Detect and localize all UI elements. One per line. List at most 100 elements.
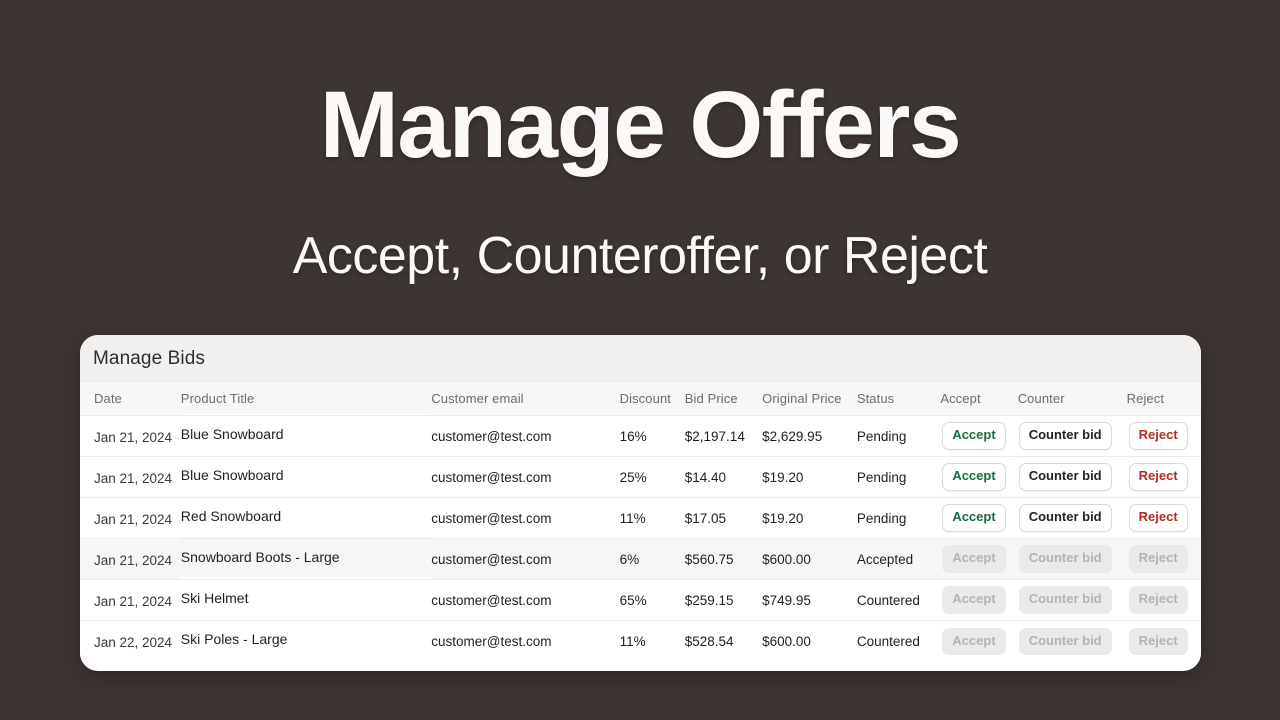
- cell-status: Pending: [856, 469, 907, 485]
- cell-date: Jan 21, 2024: [94, 593, 173, 609]
- accept-button-cell: Accept: [940, 539, 1017, 580]
- column-header-product-title: Product Title: [180, 391, 255, 406]
- cell-date: Jan 21, 2024: [94, 470, 173, 486]
- counter-bid-button-cell: Counter bid: [1018, 416, 1127, 457]
- cell-product-title: Blue Snowboard: [180, 426, 284, 442]
- column-header-status: Status: [856, 391, 895, 406]
- counter-bid-button-cell: Counter bid: [1018, 457, 1127, 498]
- counter-bid-button: Counter bid: [1018, 545, 1112, 573]
- cell-status: Accepted: [856, 551, 914, 567]
- accept-button-cell: Accept: [940, 457, 1017, 498]
- hero-section: Manage Offers Accept, Counteroffer, or R…: [0, 0, 1280, 285]
- table-body: Jan 21, 2024 Blue Snowboard customer@test.…: [80, 415, 1201, 662]
- cell-status: Pending: [856, 428, 907, 444]
- table-row: Jan 21, 2024 Snowboard Boots - Large custo…: [80, 538, 1201, 580]
- counter-bid-button[interactable]: Counter bid: [1018, 504, 1112, 532]
- reject-button-cell: Reject: [1127, 416, 1201, 457]
- table-header-row: Date Product Title Customer email Discou…: [80, 383, 1201, 416]
- counter-bid-button-cell: Counter bid: [1018, 621, 1127, 662]
- counter-bid-button: Counter bid: [1018, 627, 1112, 655]
- reject-button-cell: Reject: [1127, 621, 1201, 662]
- cell-date: Jan 21, 2024: [94, 511, 173, 527]
- reject-button-cell: Reject: [1127, 539, 1201, 580]
- table-header: Date Product Title Customer email Discou…: [80, 383, 1201, 416]
- counter-bid-button: Counter bid: [1018, 586, 1112, 614]
- reject-button-cell: Reject: [1127, 498, 1201, 539]
- cell-product-title: Ski Poles - Large: [180, 631, 288, 648]
- accept-button-cell: Accept: [940, 621, 1017, 662]
- cell-date: Jan 22, 2024: [94, 634, 173, 650]
- column-header-discount: Discount: [619, 391, 671, 406]
- cell-discount: 25%: [619, 469, 647, 485]
- counter-bid-button[interactable]: Counter bid: [1018, 463, 1112, 491]
- cell-status: Pending: [856, 510, 907, 526]
- cell-bid-price: $259.15: [684, 592, 734, 608]
- accept-button-cell: Accept: [940, 416, 1017, 457]
- column-header-accept: Accept: [940, 391, 981, 406]
- accept-button: Accept: [942, 586, 1006, 614]
- accept-button-cell: Accept: [940, 498, 1017, 539]
- cell-date: Jan 21, 2024: [94, 429, 173, 445]
- card-title: Manage Bids: [93, 348, 206, 369]
- accept-button: Accept: [942, 627, 1006, 655]
- cell-product-title: Red Snowboard: [180, 508, 282, 524]
- counter-bid-button-cell: Counter bid: [1018, 580, 1127, 621]
- accept-button[interactable]: Accept: [942, 463, 1006, 491]
- cell-original-price: $19.20: [762, 469, 804, 485]
- reject-button: Reject: [1128, 545, 1188, 573]
- cell-customer-email: customer@test.com: [431, 633, 552, 649]
- cell-bid-price: $17.05: [684, 510, 727, 526]
- cell-discount: 6%: [619, 551, 640, 567]
- cell-original-price: $600.00: [762, 633, 811, 649]
- bids-table: Date Product Title Customer email Discou…: [80, 383, 1201, 662]
- cell-customer-email: customer@test.com: [431, 510, 552, 526]
- reject-button: Reject: [1128, 627, 1188, 655]
- cell-date: Jan 21, 2024: [94, 552, 173, 568]
- counter-bid-button-cell: Counter bid: [1018, 498, 1127, 539]
- cell-original-price: $19.20: [762, 510, 804, 526]
- reject-button[interactable]: Reject: [1128, 422, 1188, 450]
- cell-bid-price: $528.54: [684, 633, 734, 649]
- reject-button[interactable]: Reject: [1128, 463, 1188, 491]
- cell-original-price: $600.00: [762, 551, 811, 567]
- counter-bid-button-cell: Counter bid: [1018, 539, 1127, 580]
- cell-discount: 11%: [619, 510, 646, 526]
- counter-bid-button[interactable]: Counter bid: [1018, 422, 1112, 450]
- column-header-date: Date: [94, 391, 122, 406]
- cell-customer-email: customer@test.com: [431, 592, 552, 608]
- cell-discount: 11%: [619, 633, 646, 649]
- page-subtitle: Accept, Counteroffer, or Reject: [292, 226, 988, 285]
- column-header-reject: Reject: [1126, 391, 1165, 406]
- table-row: Jan 21, 2024 Red Snowboard customer@test.c…: [80, 497, 1201, 539]
- accept-button: Accept: [942, 545, 1006, 573]
- cell-customer-email: customer@test.com: [431, 469, 552, 485]
- cell-customer-email: customer@test.com: [431, 551, 552, 567]
- cell-original-price: $2,629.95: [762, 428, 823, 444]
- accept-button[interactable]: Accept: [942, 422, 1006, 450]
- cell-discount: 65%: [619, 592, 647, 608]
- cell-bid-price: $560.75: [684, 551, 734, 567]
- cell-product-title: Ski Helmet: [180, 590, 249, 606]
- reject-button[interactable]: Reject: [1128, 504, 1188, 532]
- accept-button-cell: Accept: [940, 580, 1017, 621]
- cell-product-title: Blue Snowboard: [180, 467, 284, 483]
- table-row: Jan 21, 2024 Ski Helmet customer@test.com 6…: [80, 579, 1201, 621]
- table-row: Jan 21, 2024 Blue Snowboard customer@test.…: [80, 415, 1201, 457]
- reject-button-cell: Reject: [1127, 457, 1201, 498]
- column-header-customer-email: Customer email: [431, 391, 524, 406]
- column-header-original-price: Original Price: [762, 391, 842, 406]
- column-header-counter: Counter: [1017, 391, 1065, 406]
- cell-bid-price: $14.40: [684, 469, 727, 485]
- card-header: Manage Bids: [80, 335, 1201, 383]
- cell-product-title: Snowboard Boots - Large: [180, 549, 340, 565]
- page-title: Manage Offers: [319, 72, 962, 178]
- reject-button: Reject: [1128, 586, 1188, 614]
- manage-bids-card: Manage Bids Date Product Title Customer …: [80, 335, 1201, 671]
- cell-status: Countered: [856, 633, 920, 649]
- cell-bid-price: $2,197.14: [684, 428, 745, 444]
- cell-original-price: $749.95: [762, 592, 811, 608]
- table-row: Jan 21, 2024 Blue Snowboard customer@test.…: [80, 456, 1201, 498]
- cell-customer-email: customer@test.com: [431, 428, 552, 444]
- column-header-bid-price: Bid Price: [684, 391, 738, 406]
- accept-button[interactable]: Accept: [942, 504, 1006, 532]
